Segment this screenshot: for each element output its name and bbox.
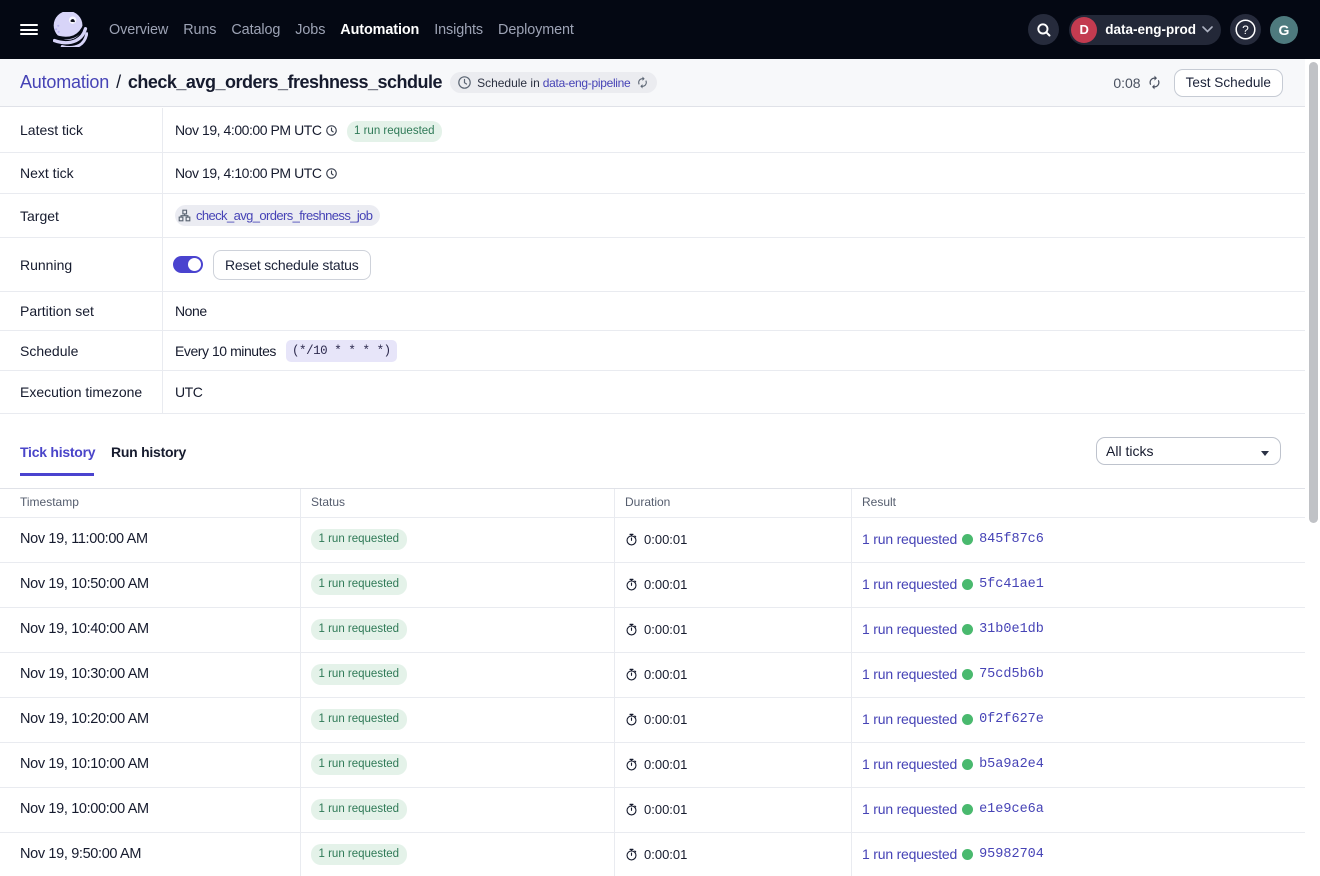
svg-text:?: ? [1242,23,1249,37]
